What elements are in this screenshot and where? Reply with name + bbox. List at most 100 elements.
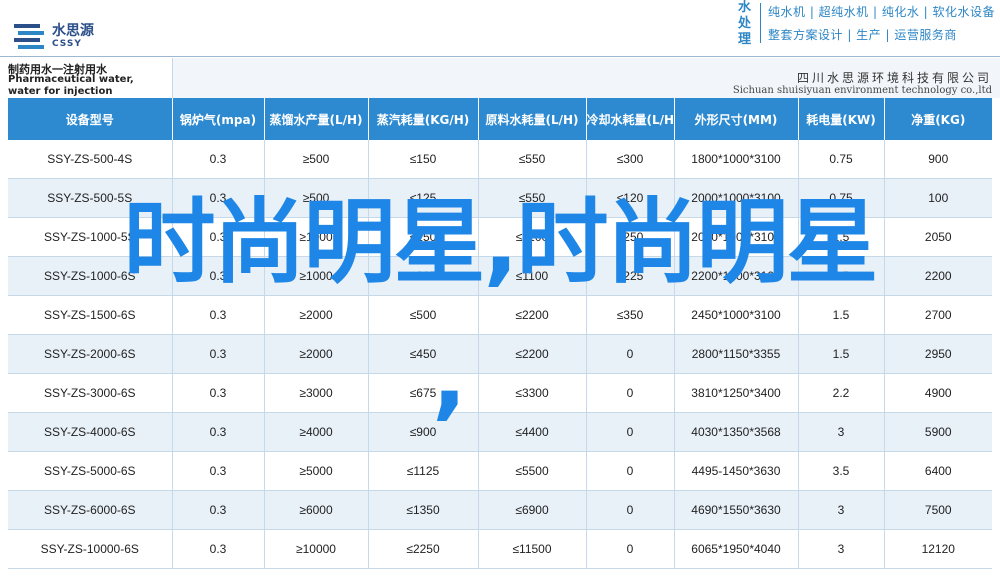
model-cell: SSY-ZS-500-5S [8,178,173,218]
table-cell: 0.3 [172,178,265,218]
table-row: SSY-ZS-6000-6S 0.3 ≥6000 ≤1350 ≤6900 0 4690*15… [8,490,992,530]
company-name-en: Sichuan shuisiyuan environment technolog… [732,85,992,96]
table-cell: ≤150 [368,140,479,179]
table-cell: 0.75 [798,140,885,179]
table-cell: 2050 [884,217,992,257]
brand-products-line: 纯水机 | 超纯水机 | 纯化水 | 软化水设备 [768,5,996,19]
brand-tagline: 水处理 纯水机 | 超纯水机 | 纯化水 | 软化水设备 整套方案设计 | 生产… [738,0,1000,47]
column-header: 蒸汽耗量(KG/H) [368,98,479,140]
table-cell: ≥500 [264,140,369,179]
table-cell: 0.3 [172,334,265,374]
table-cell: ≤350 [586,295,675,335]
table-cell: 0.75 [798,178,885,218]
table-cell: 4900 [884,373,992,413]
table-cell: 3 [798,412,885,452]
table-cell: 0.3 [172,217,265,257]
table-cell: 2000*1000*3100 [674,178,799,218]
table-cell: 3.5 [798,451,885,491]
table-cell: ≥10000 [264,529,369,569]
brand-vertical-label: 水处理 [738,0,752,47]
table-cell: ≥6000 [264,490,369,530]
model-cell: SSY-ZS-500-4S [8,140,173,179]
table-cell: 6065*1950*4040 [674,529,799,569]
table-cell: ≤450 [368,334,479,374]
table-cell: 1.5 [798,256,885,296]
table-cell: ≥1000 [264,256,369,296]
table-row: SSY-ZS-10000-6S 0.3 ≥10000 ≤2250 ≤11500 0 6065… [8,529,992,569]
table-cell: 2950 [884,334,992,374]
model-cell: SSY-ZS-4000-6S [8,412,173,452]
table-cell: 4030*1350*3568 [674,412,799,452]
column-header: 原料水耗量(L/H) [478,98,587,140]
table-cell: 0 [586,451,675,491]
table-cell: ≤500 [368,295,479,335]
table-cell: ≥4000 [264,412,369,452]
table-cell: 0 [586,373,675,413]
logo-name-en: CSSY [52,39,82,49]
table-cell: ≤120 [586,178,675,218]
model-cell: SSY-ZS-1000-6S [8,256,173,296]
table-cell: ≤675 [368,373,479,413]
table-header-row: 设备型号 锅炉气(mpa) 蒸馏水产量(L/H) 蒸汽耗量(KG/H) 原料水耗量(L/… [8,98,992,140]
table-cell: 900 [884,140,992,179]
table-row: SSY-ZS-500-4S 0.3 ≥500 ≤150 ≤550 ≤300 1800*100… [8,140,992,179]
company-name-cn: 四川水思源环境科技有限公司 [796,71,992,85]
table-cell: 0.3 [172,412,265,452]
table-cell: ≤225 [586,256,675,296]
table-cell: 2800*1150*3355 [674,334,799,374]
column-header: 耗电量(KW) [798,98,885,140]
water-drop-logo-icon [14,24,44,49]
table-cell: 3 [798,490,885,530]
table-cell: ≤250 [586,217,675,257]
table-cell: ≤3300 [478,373,587,413]
model-cell: SSY-ZS-1500-6S [8,295,173,335]
column-header: 净重(KG) [884,98,992,140]
model-cell: SSY-ZS-2000-6S [8,334,173,374]
table-cell: 3 [798,529,885,569]
table-cell: 5900 [884,412,992,452]
table-cell: ≤900 [368,412,479,452]
table-cell: ≤225 [368,256,479,296]
model-cell: SSY-ZS-10000-6S [8,529,173,569]
column-header: 冷却水耗量(L/H) [586,98,675,140]
header-divider [0,56,1000,57]
table-cell: 12120 [884,529,992,569]
product-title-block: 制药用水一注射用水 Pharmaceutical water, water fo… [0,58,173,98]
table-cell: 2450*1000*3100 [674,295,799,335]
model-cell: SSY-ZS-1000-5S [8,217,173,257]
company-logo: 水思源 CSSY [14,18,124,58]
table-cell: ≤550 [478,140,587,179]
table-cell: ≥500 [264,178,369,218]
table-cell: ≤2250 [368,529,479,569]
brand-divider [760,3,761,43]
column-header: 蒸馏水产量(L/H) [264,98,369,140]
company-bar: 四川水思源环境科技有限公司 Sichuan shuisiyuan environ… [173,58,1000,98]
column-header: 外形尺寸(MM) [674,98,799,140]
table-cell: ≤6900 [478,490,587,530]
table-cell: 3810*1250*3400 [674,373,799,413]
table-cell: 2200 [884,256,992,296]
model-cell: SSY-ZS-5000-6S [8,451,173,491]
table-cell: 100 [884,178,992,218]
table-cell: 0.3 [172,140,265,179]
table-cell: 4495-1450*3630 [674,451,799,491]
table-cell: ≤1350 [368,490,479,530]
table-row: SSY-ZS-5000-6S 0.3 ≥5000 ≤1125 ≤5500 0 4495-14… [8,451,992,491]
table-cell: ≤250 [368,217,479,257]
spec-table: 设备型号 锅炉气(mpa) 蒸馏水产量(L/H) 蒸汽耗量(KG/H) 原料水耗量(L/… [8,98,992,569]
model-cell: SSY-ZS-6000-6S [8,490,173,530]
table-cell: ≤11500 [478,529,587,569]
table-cell: 1.5 [798,217,885,257]
table-cell: 1800*1000*3100 [674,140,799,179]
table-cell: 0.3 [172,295,265,335]
column-header: 设备型号 [8,98,173,140]
table-cell: 2200*1000*3100 [674,256,799,296]
table-cell: 0.3 [172,529,265,569]
table-cell: ≤1100 [478,217,587,257]
table-cell: ≤2200 [478,295,587,335]
table-cell: 6400 [884,451,992,491]
table-cell: ≥2000 [264,334,369,374]
table-cell: ≤5500 [478,451,587,491]
table-cell: 0 [586,412,675,452]
table-row: SSY-ZS-1500-6S 0.3 ≥2000 ≤500 ≤2200 ≤350 2450*… [8,295,992,335]
